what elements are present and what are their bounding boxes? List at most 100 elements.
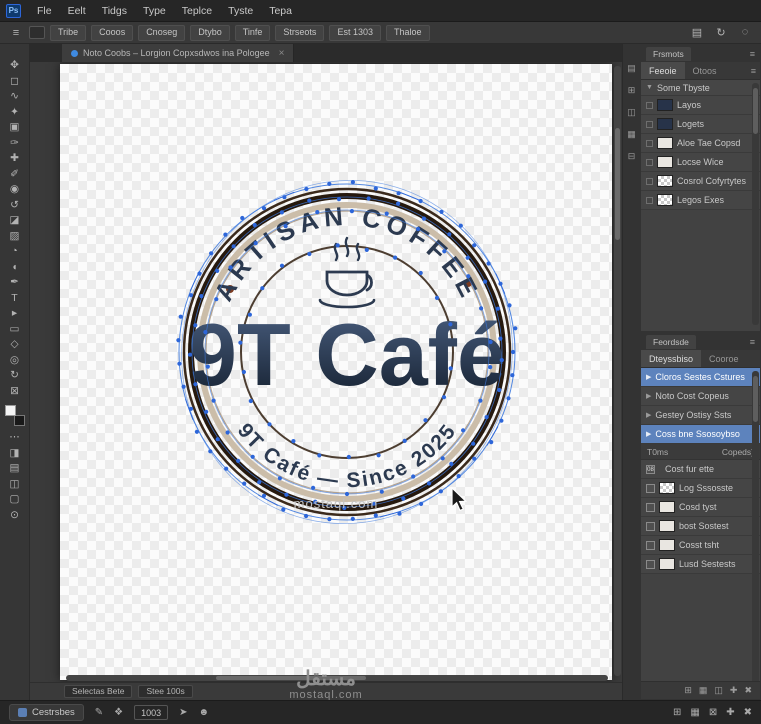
status-button-size[interactable]: Stee 100s <box>138 684 193 699</box>
menu-edit[interactable]: Eelt <box>60 2 94 20</box>
option-button-1[interactable]: Tribe <box>50 24 87 41</box>
tab-properties[interactable]: Dteyssbiso <box>641 350 702 367</box>
dock-panel-icon-3[interactable]: ◫ <box>627 108 636 117</box>
visibility-icon[interactable] <box>646 120 653 128</box>
visibility-icon[interactable] <box>646 158 653 166</box>
menu-type[interactable]: Type <box>135 2 174 20</box>
close-icon[interactable]: × <box>279 48 285 59</box>
option-button-3[interactable]: Cnoseg <box>138 24 186 41</box>
dock-panel-icon-4[interactable]: ▦ <box>627 130 636 139</box>
users-icon[interactable]: ☻ <box>199 707 210 718</box>
menu-filter[interactable]: Tyste <box>220 2 261 20</box>
list-item[interactable]: 08 Cost fur ette <box>641 460 760 479</box>
hamburger-icon[interactable]: ≡ <box>8 27 24 39</box>
frame-icon[interactable]: ⊠ <box>709 707 717 718</box>
shape-tool[interactable]: ▭ <box>0 322 29 338</box>
remove-item-icon[interactable]: ✖ <box>744 707 752 718</box>
dock-panel-icon-1[interactable]: ▤ <box>627 64 636 73</box>
pen-tool[interactable]: ✒ <box>0 275 29 291</box>
layer-row[interactable]: Locse Wice <box>641 153 760 172</box>
panel-menu-icon[interactable]: ≡ <box>750 337 755 347</box>
layer-row[interactable]: Aloe Tae Copsd <box>641 134 760 153</box>
brush-tool[interactable]: ✐ <box>0 167 29 183</box>
frame-tool[interactable]: ⊠ <box>0 384 29 400</box>
color-swatches[interactable] <box>4 405 25 426</box>
artboard-tool[interactable]: ◫ <box>0 477 29 493</box>
visibility-icon[interactable] <box>646 139 653 147</box>
app-logo-icon[interactable]: Ps <box>6 3 21 18</box>
property-group-row[interactable]: ▶ Cloros Sestes Cstures <box>641 368 760 387</box>
list-item[interactable]: bost Sostest <box>641 517 760 536</box>
layers-scroll-thumb[interactable] <box>753 88 758 134</box>
checkbox[interactable] <box>646 559 655 569</box>
canvas-hscroll-thumb[interactable] <box>216 676 366 680</box>
screen-mode-button[interactable]: ▤ <box>0 461 29 477</box>
canvas-vscroll-thumb[interactable] <box>615 128 620 240</box>
layer-row[interactable]: Cosrol Cofyrtytes <box>641 172 760 191</box>
menu-view[interactable]: Tepa <box>261 2 300 20</box>
heal-tool[interactable]: ✚ <box>0 151 29 167</box>
checkbox[interactable] <box>646 502 655 512</box>
checkbox[interactable] <box>646 521 655 531</box>
menu-select[interactable]: Teplce <box>174 2 220 20</box>
visibility-icon[interactable] <box>646 196 653 204</box>
path-select-tool[interactable]: ▸ <box>0 306 29 322</box>
layers-panel-scrollbar[interactable] <box>752 83 759 325</box>
properties-scroll-thumb[interactable] <box>753 376 758 422</box>
layer-group-row[interactable]: ▼ Some Tbyste <box>641 80 760 96</box>
list-item[interactable]: Cosd tyst <box>641 498 760 517</box>
property-group-row[interactable]: ▶ Coss bne Ssosoybso <box>641 425 760 444</box>
property-group-row[interactable]: ▶ Gestey Ostisy Ssts <box>641 406 760 425</box>
canvas-horizontal-scrollbar[interactable] <box>66 675 608 681</box>
canvas-vertical-scrollbar[interactable] <box>614 66 621 676</box>
list-item[interactable]: Lusd Sestests <box>641 555 760 574</box>
footer-mask-icon[interactable]: ◫ <box>714 685 723 696</box>
option-button-2[interactable]: Cooos <box>91 24 134 41</box>
zoom-level-field[interactable]: 1003 <box>134 705 169 720</box>
checkbox[interactable] <box>646 483 655 493</box>
tab-layers[interactable]: Feeoie <box>641 62 685 79</box>
menu-file[interactable]: Fle <box>29 2 60 20</box>
blur-tool[interactable]: ◔ <box>0 244 29 260</box>
option-extra-3[interactable]: Thaloe <box>385 24 430 41</box>
wand-tool[interactable]: ✦ <box>0 105 29 121</box>
hand-tool[interactable]: ◇ <box>0 337 29 353</box>
layer-row[interactable]: Logets <box>641 115 760 134</box>
checkbox[interactable] <box>646 540 655 550</box>
tab-color[interactable]: Cooroe <box>701 350 747 367</box>
eyedropper-tool[interactable]: ✑ <box>0 136 29 152</box>
option-button-4[interactable]: Dtybo <box>190 24 230 41</box>
zoom-tool[interactable]: ◎ <box>0 353 29 369</box>
lasso-tool[interactable]: ∿ <box>0 89 29 105</box>
extra-tool-1[interactable]: ▢ <box>0 492 29 508</box>
marquee-tool[interactable]: ◻ <box>0 74 29 90</box>
foreground-color-swatch[interactable] <box>4 405 16 416</box>
circle-icon[interactable]: ◌ <box>737 26 753 39</box>
background-color-swatch[interactable] <box>13 415 25 426</box>
panel-menu-icon[interactable]: ≡ <box>750 49 755 59</box>
option-extra-2[interactable]: Est 1303 <box>329 24 381 41</box>
document-tab[interactable]: Noto Coobs – Lorgion Copxsdwos ina Polog… <box>62 44 295 62</box>
tiles-icon[interactable]: ▦ <box>690 707 699 718</box>
refresh-icon[interactable]: ↻ <box>713 26 729 39</box>
gradient-tool[interactable]: ▨ <box>0 229 29 245</box>
properties-panel-header-tab[interactable]: Feordsde <box>646 334 696 349</box>
workspace-icon[interactable]: ▤ <box>689 26 705 39</box>
pen-status-icon[interactable]: ✎ <box>95 707 103 718</box>
extra-tool-2[interactable]: ⊙ <box>0 508 29 524</box>
delete-icon[interactable]: ✖ <box>744 685 752 696</box>
footer-grid-icon[interactable]: ⊞ <box>684 685 692 696</box>
layer-row[interactable]: Layos <box>641 96 760 115</box>
option-extra-1[interactable]: Strseots <box>275 24 325 41</box>
eraser-tool[interactable]: ◪ <box>0 213 29 229</box>
checkbox[interactable]: 08 <box>646 464 655 474</box>
layers-tabs-menu-icon[interactable]: ≡ <box>747 62 760 79</box>
stamp-tool[interactable]: ◉ <box>0 182 29 198</box>
sublist-header[interactable]: T0ms Copeds) <box>641 444 760 460</box>
type-tool[interactable]: T <box>0 291 29 307</box>
move-tool[interactable]: ✥ <box>0 58 29 74</box>
dock-panel-icon-2[interactable]: ⊞ <box>628 86 636 95</box>
option-button-5[interactable]: Tinfe <box>234 24 271 41</box>
rotate-view-tool[interactable]: ↻ <box>0 368 29 384</box>
history-brush-tool[interactable]: ↺ <box>0 198 29 214</box>
